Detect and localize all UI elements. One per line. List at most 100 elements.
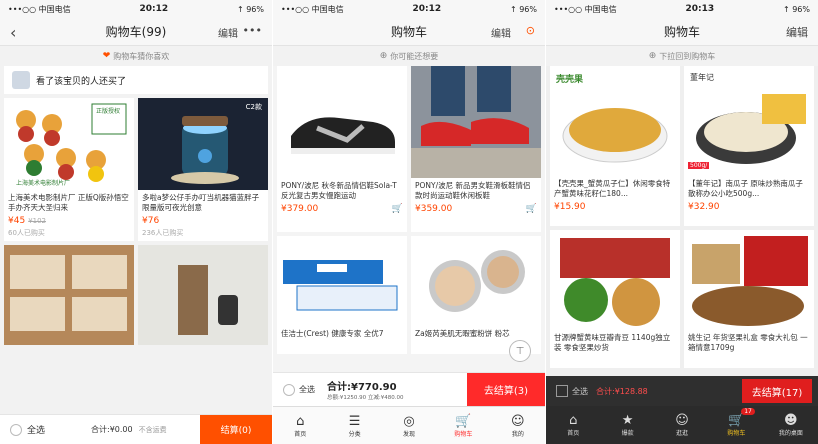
product-name: PONY/波尼 新品男女鞋滑板鞋情侣款时尚运动鞋休闲板鞋: [415, 181, 531, 200]
tab-label: 我的桌面: [778, 430, 803, 437]
product-card[interactable]: [4, 245, 134, 345]
more-icon[interactable]: •••: [243, 24, 262, 37]
product-name: PONY/波尼 秋冬新品情侣鞋Sola-T反光复古男女慢跑运动: [281, 181, 397, 200]
section-header: 看了该宝贝的人还买了: [4, 66, 268, 94]
sold-count: 60人已购买: [8, 229, 45, 237]
product-price: ¥32.90: [688, 202, 720, 212]
product-card[interactable]: 正版授权 上海美术电影制片厂 上海美术电影制片厂 正版Q版孙悟空手办齐天大圣归来…: [4, 98, 134, 241]
status-bar: •••○○ 中国电信 20:12 ↑ 96%: [0, 0, 272, 18]
tab-label: 首页: [294, 430, 307, 438]
product-name: 姚生记 年货坚果礼盒 零食大礼包 一箱情意1709g: [688, 333, 808, 352]
product-name: 多啦a梦公仔手办叮当机器猫蓝胖子限量版可夜光创意: [142, 193, 260, 212]
tab-browse[interactable]: ☺ 逛逛: [655, 406, 709, 444]
select-all-checkbox[interactable]: [556, 385, 568, 397]
product-card[interactable]: 甘源牌蟹黄味豆瓣青豆 1140g独立装 零食坚果炒货: [550, 230, 680, 368]
checkout-button[interactable]: 去结算(17): [742, 379, 812, 403]
tab-cart[interactable]: 🛒 17 购物车: [709, 406, 763, 444]
product-price-row: ¥15.90: [550, 200, 680, 214]
red-sneakers-image: [411, 66, 541, 178]
tab-mine[interactable]: ☺ 我的: [491, 407, 545, 444]
figurine-lantern-image: [178, 265, 238, 335]
shipping-note: 不含运费: [138, 425, 167, 434]
clock: 20:12: [412, 4, 442, 14]
edit-button[interactable]: 编辑: [786, 24, 808, 40]
select-all-label: 全选: [299, 385, 315, 394]
tab-label: 分类: [348, 430, 361, 438]
total-block: 合计:¥770.90 总额:¥1250.90 立减:¥480.00: [327, 378, 403, 401]
product-card[interactable]: 董年记 500g/ 【董年记】南瓜子 原味炒熟南瓜子 散称办公小吃500g...…: [684, 66, 814, 226]
product-grid: 壳壳果 【壳壳果_蟹黄瓜子仁】休闲零食特产蟹黄味花籽仁180... ¥15.90…: [546, 66, 818, 368]
pull-banner: ⊕ 下拉回到购物车: [546, 46, 818, 66]
product-name: 【壳壳果_蟹黄瓜子仁】休闲零食特产蟹黄味花籽仁180...: [554, 179, 671, 198]
toothpaste-image: [283, 260, 398, 311]
product-price-row: ¥76: [138, 214, 268, 228]
powder-compact-image: [429, 250, 525, 312]
user-icon: ☺: [511, 413, 525, 429]
back-icon[interactable]: ‹: [10, 23, 16, 42]
product-price-row: ¥32.90: [684, 200, 814, 214]
select-all-label: 全选: [27, 426, 46, 436]
tab-label: 首页: [567, 430, 580, 437]
product-image: [277, 236, 407, 326]
product-card[interactable]: PONY/波尼 秋冬新品情侣鞋Sola-T反光复古男女慢跑运动 ¥379.00 …: [277, 66, 407, 232]
nav-bar: 购物车 编辑 ⊙: [273, 18, 545, 46]
status-bar: •••○○ 中国电信 20:13 ↑ 96%: [546, 0, 818, 18]
tab-desktop[interactable]: ☻ 我的桌面: [764, 406, 818, 444]
smile-icon: ☺: [675, 413, 689, 428]
phone-screen-2: •••○○ 中国电信 20:12 ↑ 96% 购物车 编辑 ⊙ ⊕ 你可能还想要…: [273, 0, 545, 444]
product-price: ¥359.00: [415, 204, 453, 214]
product-image: C2款: [138, 98, 268, 190]
recommend-icon: ⊕: [379, 51, 388, 61]
total-amount: 合计:¥128.88: [596, 386, 648, 396]
product-image: [684, 230, 814, 330]
nut-gift-box-image: [692, 236, 808, 326]
product-price: ¥45: [8, 216, 26, 226]
select-all-checkbox[interactable]: [283, 383, 295, 396]
product-card[interactable]: PONY/波尼 新品男女鞋滑板鞋情侣款时尚运动鞋休闲板鞋 ¥359.00 🛒: [411, 66, 541, 232]
checkout-bar: 全选 合计:¥128.88 去结算(17): [546, 376, 818, 406]
arrow-down-icon: ⊕: [648, 51, 657, 61]
product-card[interactable]: 壳壳果 【壳壳果_蟹黄瓜子仁】休闲零食特产蟹黄味花籽仁180... ¥15.90: [550, 66, 680, 226]
tab-home[interactable]: ⌂ 首页: [273, 407, 327, 444]
banner-text: 下拉回到购物车: [659, 51, 716, 61]
tab-hot[interactable]: ★ 爆款: [600, 406, 654, 444]
product-image: 正版授权 上海美术电影制片厂: [4, 98, 134, 190]
category-icon: ☰: [348, 413, 361, 429]
product-image: [277, 66, 407, 178]
tab-label: 购物车: [454, 430, 473, 438]
product-image: [550, 230, 680, 330]
clock: 20:12: [139, 4, 169, 14]
license-mark: 正版授权: [96, 108, 121, 115]
tab-label: 我的: [511, 430, 524, 438]
edit-button[interactable]: 编辑: [218, 25, 238, 40]
total-amount: 合计:¥770.90: [327, 382, 397, 393]
add-to-cart-icon[interactable]: 🛒: [392, 204, 403, 214]
edit-button[interactable]: 编辑: [491, 25, 511, 40]
tab-home[interactable]: ⌂ 首页: [546, 406, 600, 444]
tab-category[interactable]: ☰ 分类: [327, 407, 381, 444]
add-to-cart-icon[interactable]: 🛒: [526, 204, 537, 214]
product-card[interactable]: 佳洁士(Crest) 健康专家 全优7: [277, 236, 407, 354]
tab-discover[interactable]: ◎ 发现: [382, 407, 436, 444]
product-price: ¥15.90: [554, 202, 586, 212]
heart-icon: ❤: [102, 51, 111, 61]
tab-bar: ⌂ 首页 ☰ 分类 ◎ 发现 🛒 购物车 ☺ 我的: [273, 406, 545, 444]
tab-cart[interactable]: 🛒 购物车: [436, 407, 490, 444]
back-to-top-icon[interactable]: ⊤: [509, 340, 531, 362]
product-card[interactable]: C2款 多啦a梦公仔手办叮当机器猫蓝胖子限量版可夜光创意 ¥76 236人已购买: [138, 98, 268, 241]
checkout-button[interactable]: 去结算(3): [467, 372, 545, 407]
product-image: [411, 236, 541, 326]
product-card[interactable]: Za姬芮美肌无暇蜜粉饼 粉芯: [411, 236, 541, 354]
product-price: ¥379.00: [281, 204, 319, 214]
battery: ↑ 96%: [509, 4, 537, 14]
product-card[interactable]: 姚生记 年货坚果礼盒 零食大礼包 一箱情意1709g: [684, 230, 814, 368]
product-card[interactable]: [138, 245, 268, 345]
select-all-checkbox[interactable]: [10, 423, 22, 436]
message-icon[interactable]: ⊙: [526, 24, 535, 37]
product-name: 佳洁士(Crest) 健康专家 全优7: [281, 329, 384, 338]
tab-bar: ⌂ 首页 ★ 爆款 ☺ 逛逛 🛒 17 购物车 ☻ 我的桌面: [546, 406, 818, 444]
product-name: 【董年记】南瓜子 原味炒熟南瓜子 散称办公小吃500g...: [688, 179, 803, 198]
product-grid: 正版授权 上海美术电影制片厂 上海美术电影制片厂 正版Q版孙悟空手办齐天大圣归来…: [0, 98, 272, 345]
checkout-button[interactable]: 结算(0): [200, 414, 272, 444]
checkout-bar: 全选 合计:¥0.00 不含运费 结算(0): [0, 414, 272, 444]
